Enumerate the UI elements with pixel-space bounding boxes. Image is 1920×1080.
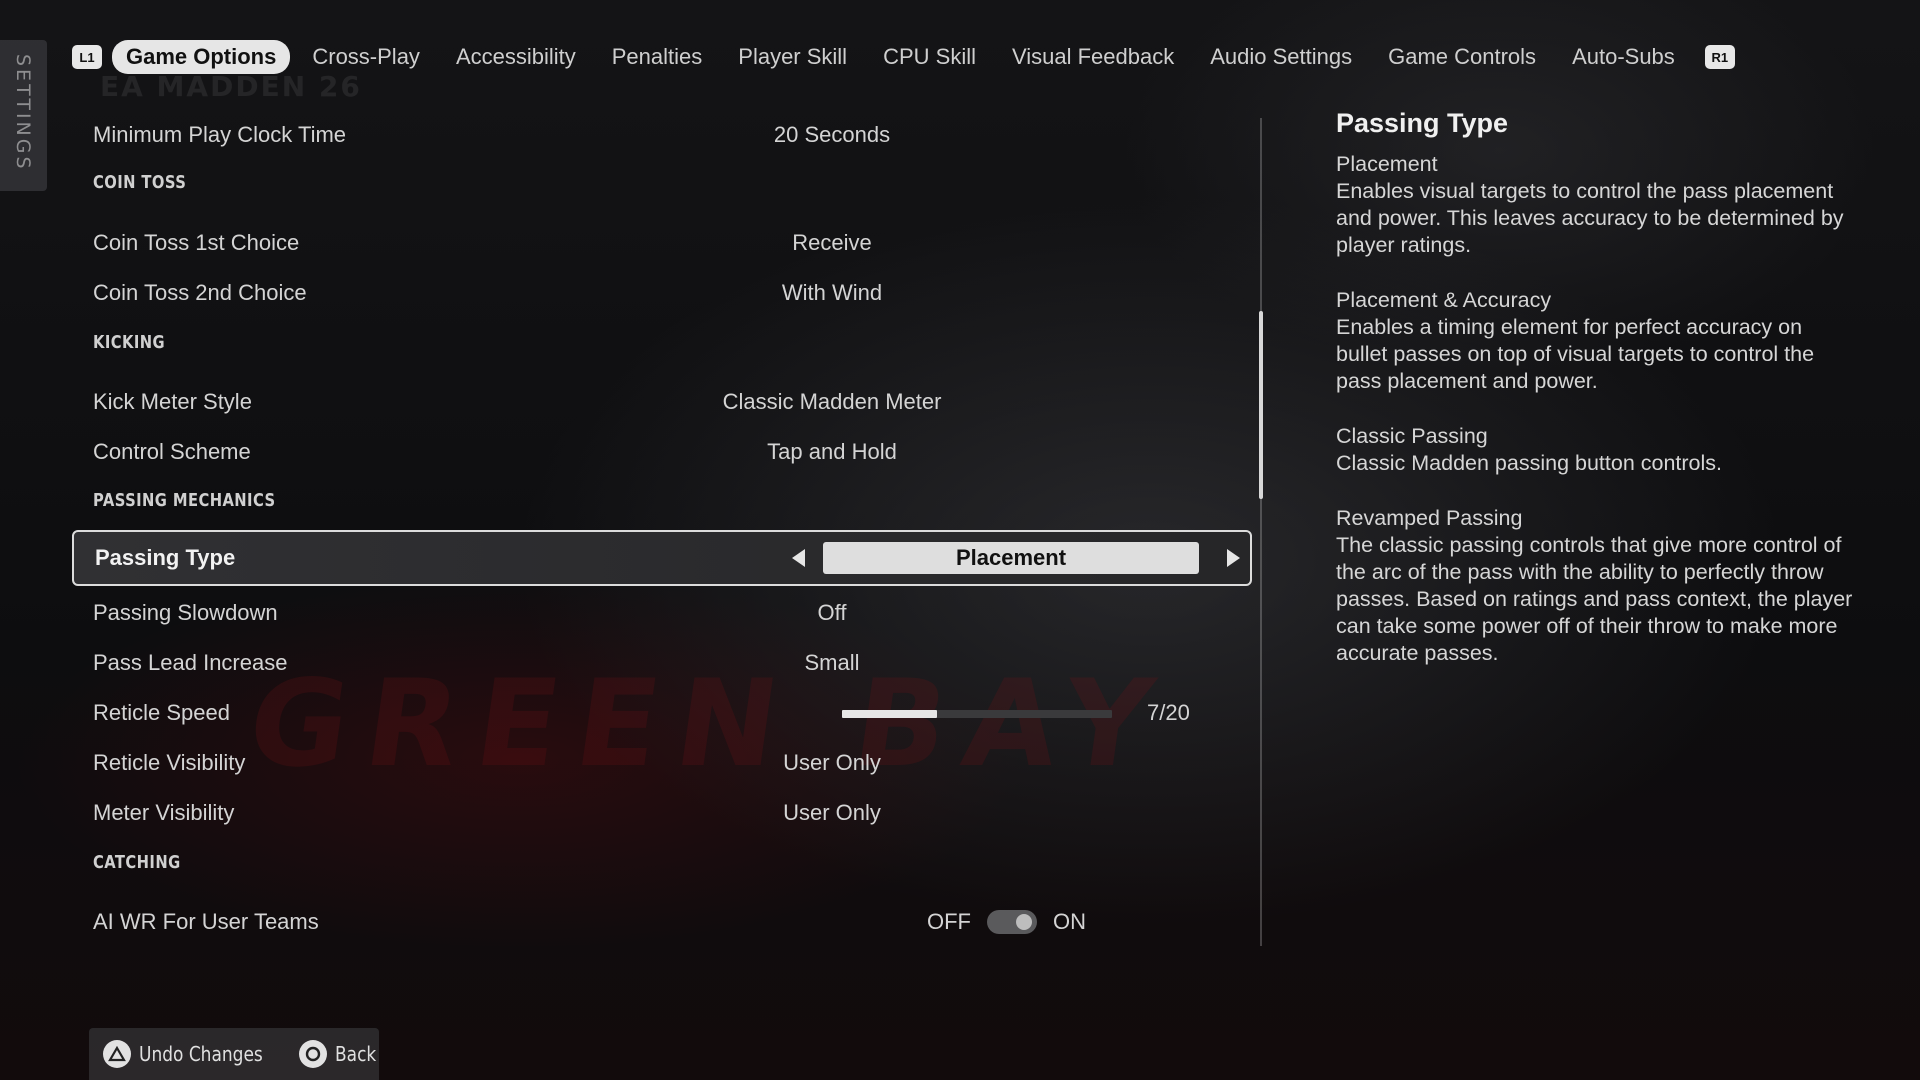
- back-label: Back: [334, 1042, 376, 1066]
- tab-accessibility[interactable]: Accessibility: [442, 40, 590, 74]
- section-header-passing-mechanics: PASSING MECHANICS: [93, 490, 276, 511]
- setting-value: Receive: [792, 230, 872, 255]
- description-option: Revamped Passing The classic passing con…: [1336, 505, 1856, 667]
- tab-visual-feedback[interactable]: Visual Feedback: [998, 40, 1188, 74]
- toggle-off-label: OFF: [927, 909, 971, 934]
- setting-value: Small: [804, 650, 860, 675]
- l1-button-icon[interactable]: L1: [72, 45, 102, 69]
- background-logo: EA MADDEN 26: [100, 70, 362, 103]
- description-title: Passing Type: [1336, 108, 1509, 138]
- setting-row-ai-wr[interactable]: AI WR For User Teams OFF ON: [72, 897, 1252, 947]
- passing-type-value: Placement: [823, 542, 1199, 574]
- setting-row-min-play-clock[interactable]: Minimum Play Clock Time 20 Seconds: [72, 110, 1252, 160]
- arrow-right-icon[interactable]: [1227, 549, 1240, 567]
- ai-wr-toggle[interactable]: [987, 910, 1037, 934]
- bottom-button-bar: Undo Changes Back: [89, 1028, 379, 1080]
- settings-side-tab-label: SETTINGS: [12, 54, 34, 172]
- setting-row-reticle-visibility[interactable]: Reticle Visibility User Only: [72, 738, 1252, 788]
- description-option-text: The classic passing controls that give m…: [1336, 533, 1853, 665]
- r1-button-icon[interactable]: R1: [1704, 45, 1735, 69]
- toggle-on-label: ON: [1053, 909, 1086, 934]
- tab-audio-settings[interactable]: Audio Settings: [1196, 40, 1366, 74]
- tab-cpu-skill[interactable]: CPU Skill: [869, 40, 990, 74]
- scrollbar-thumb[interactable]: [1259, 311, 1263, 499]
- tab-penalties[interactable]: Penalties: [598, 40, 717, 74]
- setting-label: AI WR For User Teams: [93, 909, 319, 934]
- setting-value: Classic Madden Meter: [722, 389, 942, 414]
- toggle-knob: [1016, 914, 1032, 930]
- description-option-name: Placement & Accuracy: [1336, 288, 1552, 312]
- setting-row-passing-slowdown[interactable]: Passing Slowdown Off: [72, 588, 1252, 638]
- setting-row-coin-toss-1st[interactable]: Coin Toss 1st Choice Receive: [72, 218, 1252, 268]
- section-header-catching: CATCHING: [93, 852, 181, 873]
- circle-icon: [298, 1040, 327, 1068]
- section-header-kicking: KICKING: [93, 332, 166, 353]
- tab-auto-subs[interactable]: Auto-Subs: [1558, 40, 1689, 74]
- description-panel: Passing Type Placement Enables visual ta…: [1336, 108, 1856, 695]
- description-option-name: Classic Passing: [1336, 424, 1488, 448]
- undo-changes-button[interactable]: Undo Changes: [103, 1040, 275, 1068]
- tab-cross-play[interactable]: Cross-Play: [298, 40, 434, 74]
- setting-label: Coin Toss 2nd Choice: [93, 280, 307, 305]
- tab-game-options[interactable]: Game Options: [112, 40, 291, 74]
- setting-label: Passing Type: [95, 545, 236, 570]
- description-option-text: Enables visual targets to control the pa…: [1336, 179, 1844, 257]
- description-option-name: Revamped Passing: [1336, 506, 1523, 530]
- description-option: Classic Passing Classic Madden passing b…: [1336, 423, 1856, 477]
- setting-row-meter-visibility[interactable]: Meter Visibility User Only: [72, 788, 1252, 838]
- setting-value: Off: [817, 600, 847, 625]
- settings-screen: EA MADDEN 26 GREEN BAY SETTINGS L1 Game …: [0, 0, 1920, 1080]
- setting-label: Kick Meter Style: [93, 389, 252, 414]
- setting-row-kick-meter-style[interactable]: Kick Meter Style Classic Madden Meter: [72, 377, 1252, 427]
- setting-row-pass-lead-increase[interactable]: Pass Lead Increase Small: [72, 638, 1252, 688]
- reticle-speed-slider[interactable]: [842, 710, 1112, 718]
- passing-type-selector[interactable]: Placement: [792, 542, 1242, 574]
- setting-row-reticle-speed[interactable]: Reticle Speed 7/20: [72, 688, 1252, 738]
- setting-row-passing-type[interactable]: Passing Type Placement: [72, 530, 1252, 586]
- setting-value: Tap and Hold: [767, 439, 897, 464]
- settings-scrollbar[interactable]: [1259, 118, 1263, 946]
- section-header-coin-toss: COIN TOSS: [93, 172, 187, 193]
- arrow-left-icon[interactable]: [792, 549, 805, 567]
- description-option-name: Placement: [1336, 152, 1438, 176]
- description-option-text: Classic Madden passing button controls.: [1336, 451, 1723, 475]
- description-option: Placement & Accuracy Enables a timing el…: [1336, 287, 1856, 395]
- tab-bar: L1 Game Options Cross-Play Accessibility…: [72, 40, 1735, 74]
- triangle-icon: [103, 1040, 131, 1068]
- tab-player-skill[interactable]: Player Skill: [724, 40, 861, 74]
- setting-label: Reticle Speed: [93, 700, 230, 725]
- setting-label: Pass Lead Increase: [93, 650, 288, 675]
- setting-label: Control Scheme: [93, 439, 251, 464]
- reticle-speed-slider-fill: [842, 710, 937, 718]
- back-button[interactable]: Back: [298, 1040, 376, 1068]
- description-option: Placement Enables visual targets to cont…: [1336, 151, 1856, 259]
- setting-row-coin-toss-2nd[interactable]: Coin Toss 2nd Choice With Wind: [72, 268, 1252, 318]
- tab-game-controls[interactable]: Game Controls: [1374, 40, 1550, 74]
- setting-value: User Only: [783, 750, 881, 775]
- setting-value: 20 Seconds: [773, 122, 891, 147]
- setting-value: User Only: [783, 800, 881, 825]
- reticle-speed-value: 7/20: [1147, 700, 1190, 725]
- undo-changes-label: Undo Changes: [139, 1042, 263, 1066]
- setting-value: With Wind: [781, 280, 883, 305]
- settings-side-tab[interactable]: SETTINGS: [0, 40, 47, 191]
- setting-label: Passing Slowdown: [93, 600, 278, 625]
- description-option-text: Enables a timing element for perfect acc…: [1336, 315, 1815, 393]
- ai-wr-toggle-group: OFF ON: [927, 897, 1086, 947]
- setting-label: Reticle Visibility: [93, 750, 246, 775]
- setting-label: Minimum Play Clock Time: [93, 122, 347, 147]
- setting-label: Meter Visibility: [93, 800, 235, 825]
- setting-label: Coin Toss 1st Choice: [93, 230, 300, 255]
- setting-row-control-scheme[interactable]: Control Scheme Tap and Hold: [72, 427, 1252, 477]
